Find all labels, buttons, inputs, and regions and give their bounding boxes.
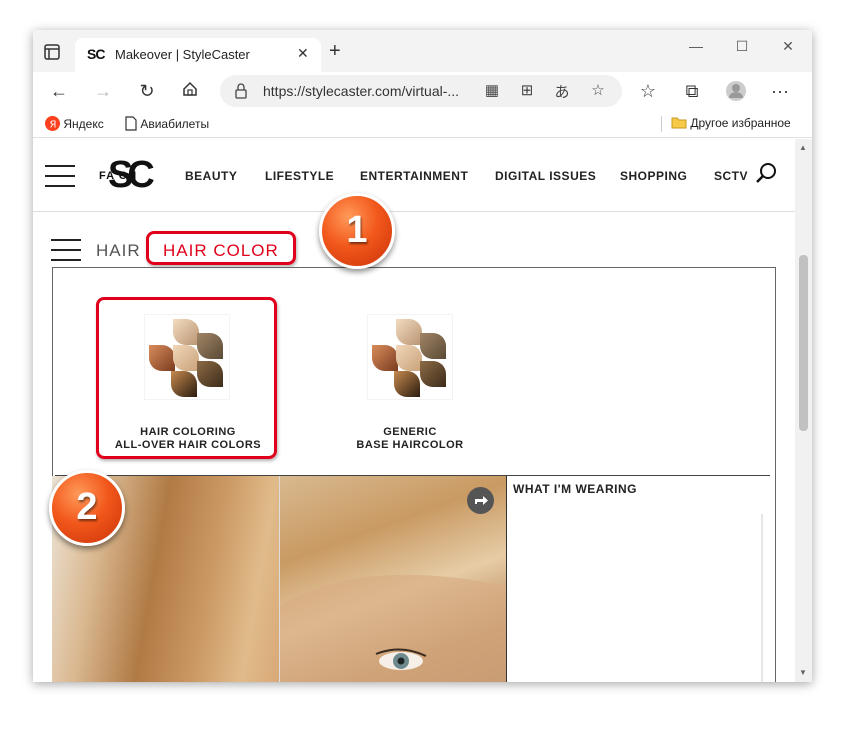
new-tab-icon[interactable]: + <box>329 41 341 61</box>
tab-bar: SC Makeover | StyleCaster ✕ + — ☐ ✕ <box>33 30 812 72</box>
scrollbar-thumb[interactable] <box>799 255 808 431</box>
nav-shopping[interactable]: SHOPPING <box>620 169 687 183</box>
scroll-up-icon[interactable]: ▲ <box>799 143 807 152</box>
browser-toolbar: ← → ↻ https://stylecaster.com/virtual-..… <box>33 72 812 110</box>
refresh-icon[interactable]: ↻ <box>136 80 158 102</box>
maximize-icon[interactable]: ☐ <box>719 38 765 55</box>
step-marker-2: 2 <box>49 470 125 546</box>
highlight-box-2 <box>96 297 277 459</box>
browser-window: SC Makeover | StyleCaster ✕ + — ☐ ✕ ← → … <box>33 30 812 682</box>
bookmarks-bar: Я Яндекс Авиабилеты Другое избранное <box>33 110 812 138</box>
minimize-icon[interactable]: — <box>673 38 719 54</box>
address-bar[interactable]: https://stylecaster.com/virtual-... ▦ ⊞ … <box>220 75 622 107</box>
what-im-wearing-title: WHAT I'M WEARING <box>513 482 637 496</box>
bookmark-other-favorites[interactable]: Другое избранное <box>671 116 791 130</box>
add-favorite-icon[interactable]: ☆ <box>588 81 608 99</box>
site-logo[interactable]: SC <box>108 154 155 197</box>
forward-icon[interactable]: → <box>92 80 114 102</box>
bookmark-yandex[interactable]: Я Яндекс <box>45 116 104 131</box>
what-im-wearing-panel: WHAT I'M WEARING <box>506 476 775 682</box>
home-icon[interactable] <box>179 80 201 102</box>
share-icon[interactable] <box>467 487 494 514</box>
app-available-icon[interactable]: ▦ <box>482 81 502 99</box>
breadcrumb-hair[interactable]: HAIR <box>96 241 141 261</box>
page-icon <box>125 116 137 131</box>
nav-lifestyle[interactable]: LIFESTYLE <box>265 169 334 183</box>
browser-tab[interactable]: SC Makeover | StyleCaster ✕ <box>75 38 321 72</box>
category-menu-icon[interactable] <box>51 239 81 269</box>
site-favicon-icon: SC <box>87 46 105 62</box>
nav-sctv[interactable]: SCTV <box>714 169 748 183</box>
page-scrollbar[interactable]: ▲ ▼ <box>795 139 812 682</box>
split-screen-icon[interactable]: ⊞ <box>517 81 537 99</box>
close-tab-icon[interactable]: ✕ <box>297 45 309 62</box>
web-page: FA ON SC BEAUTY LIFESTYLE ENTERTAINMENT … <box>33 139 795 682</box>
site-header: FA ON SC BEAUTY LIFESTYLE ENTERTAINMENT … <box>33 139 795 212</box>
nav-beauty[interactable]: BEAUTY <box>185 169 237 183</box>
read-aloud-icon[interactable]: あ <box>552 81 572 102</box>
tab-title: Makeover | StyleCaster <box>115 47 250 62</box>
nav-entertainment[interactable]: ENTERTAINMENT <box>360 169 468 183</box>
folder-icon <box>671 117 687 129</box>
bookmark-avia[interactable]: Авиабилеты <box>125 116 209 131</box>
generic-base-swatch[interactable] <box>367 314 453 400</box>
profile-avatar-icon[interactable] <box>725 80 747 102</box>
nav-digital-issues[interactable]: DIGITAL ISSUES <box>495 169 596 183</box>
bookmark-divider <box>661 116 662 132</box>
search-icon[interactable] <box>755 162 777 189</box>
favorites-icon[interactable]: ☆ <box>637 80 659 102</box>
yandex-icon: Я <box>45 116 60 131</box>
more-menu-icon[interactable]: ··· <box>769 80 791 102</box>
scroll-down-icon[interactable]: ▼ <box>799 668 807 677</box>
back-icon[interactable]: ← <box>48 80 70 102</box>
highlight-box-1 <box>146 231 296 265</box>
site-menu-icon[interactable] <box>45 165 75 195</box>
tab-actions-icon[interactable] <box>43 43 61 61</box>
svg-text:Я: Я <box>50 120 57 131</box>
lock-icon[interactable] <box>234 83 248 104</box>
collections-icon[interactable]: ⧉ <box>681 80 703 102</box>
panel-scrollbar[interactable] <box>761 514 763 682</box>
step-marker-1: 1 <box>319 193 395 269</box>
generic-base-label[interactable]: GENERIC BASE HAIRCOLOR <box>335 426 485 452</box>
address-url: https://stylecaster.com/virtual-... <box>263 83 460 99</box>
close-window-icon[interactable]: ✕ <box>765 38 811 55</box>
